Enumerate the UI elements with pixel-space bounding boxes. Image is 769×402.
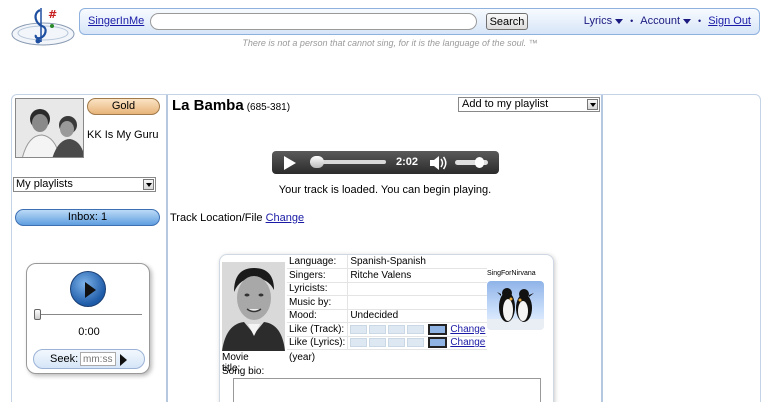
seek-go-icon[interactable] (120, 354, 127, 366)
membership-badge: Gold (87, 98, 160, 115)
change-like-track-link[interactable]: Change (450, 324, 485, 335)
mini-player-time: 0:00 (78, 326, 100, 338)
nav-menu: Lyrics • Account • Sign Out (584, 15, 751, 27)
brand-name: SingForNirvana (487, 270, 536, 277)
search-button[interactable]: Search (486, 13, 528, 30)
chevron-down-icon (143, 179, 154, 190)
inbox-button[interactable]: Inbox: 1 (15, 209, 160, 226)
song-id: (685-381) (246, 102, 291, 113)
nav-separator: • (630, 16, 634, 26)
sign-out-link[interactable]: Sign Out (708, 15, 751, 27)
add-to-playlist-dropdown[interactable]: Add to my playlist (458, 97, 600, 112)
chevron-down-icon (587, 99, 598, 110)
table-row: Singers: Ritche Valens (287, 268, 488, 283)
volume-handle[interactable] (475, 157, 485, 168)
tagline: There is not a person that cannot sing, … (242, 38, 538, 48)
info-value: Ritche Valens (347, 268, 488, 283)
like-track-rating: Change (347, 322, 488, 337)
play-icon[interactable] (284, 156, 296, 170)
playlists-dropdown[interactable]: My playlists (13, 177, 156, 192)
progress-handle[interactable] (310, 156, 325, 168)
seek-input[interactable] (80, 352, 116, 366)
info-value (347, 295, 488, 310)
rating-box-selected[interactable] (428, 337, 448, 349)
info-label: Language: (287, 255, 349, 269)
rating-box[interactable] (369, 338, 387, 348)
account-menu[interactable]: Account (640, 15, 692, 27)
song-title: La Bamba (172, 97, 244, 114)
search-input[interactable] (150, 13, 477, 30)
audio-player: 2:02 (272, 151, 499, 174)
info-label: Music by: (287, 295, 349, 310)
like-track-label: Like (Track): (287, 322, 349, 337)
info-label: Lyricists: (287, 282, 349, 296)
username: KK Is My Guru (87, 129, 159, 141)
svg-text:#: # (48, 8, 57, 21)
rating-box[interactable] (350, 338, 368, 348)
top-navigation-bar: SingerInMe Search Lyrics • Account • Sig… (79, 8, 760, 35)
chevron-down-icon (683, 18, 692, 24)
info-value (347, 282, 488, 296)
info-label: Mood: (287, 309, 349, 323)
page-title: La Bamba (685-381) (172, 97, 290, 114)
table-row: Like (Track): Change (287, 322, 488, 337)
column-divider (166, 95, 168, 402)
seek-label: Seek: (50, 353, 79, 365)
nav-separator: • (698, 16, 702, 26)
avatar[interactable] (15, 98, 84, 158)
status-message: Your track is loaded. You can begin play… (278, 184, 492, 196)
track-location-label: Track Location/File (170, 212, 263, 224)
rating-box[interactable] (407, 338, 425, 348)
info-value: Undecided (347, 309, 488, 323)
site-home-link[interactable]: SingerInMe (88, 15, 144, 27)
song-bio-box[interactable] (233, 378, 541, 402)
rating-box[interactable] (388, 338, 406, 348)
chevron-down-icon (615, 18, 624, 24)
mini-player: 0:00 Seek: (26, 263, 150, 374)
table-row: Music by: (287, 295, 488, 310)
singer-photo (222, 262, 285, 351)
playlists-dropdown-value: My playlists (16, 178, 73, 190)
track-location: Track Location/File Change (170, 212, 304, 224)
play-icon[interactable] (70, 271, 106, 307)
seek-bar: Seek: (33, 349, 145, 369)
like-lyrics-label: Like (Lyrics): (287, 336, 349, 350)
volume-icon[interactable] (429, 156, 449, 170)
change-track-location-link[interactable]: Change (266, 212, 305, 224)
table-row: Like (Lyrics): Change (287, 336, 488, 350)
rating-box[interactable] (369, 324, 387, 334)
site-logo[interactable]: # (10, 4, 76, 48)
table-row: Mood: Undecided (287, 309, 488, 323)
like-lyrics-rating: Change (347, 336, 488, 350)
change-like-lyrics-link[interactable]: Change (450, 337, 485, 348)
rating-box[interactable] (388, 324, 406, 334)
song-bio-label: Song bio: (222, 366, 265, 377)
table-row: Lyricists: (287, 282, 488, 296)
add-to-playlist-value: Add to my playlist (462, 98, 549, 110)
info-value: Spanish-Spanish (347, 255, 488, 269)
penguin-logo-icon[interactable] (487, 281, 544, 330)
rating-box[interactable] (407, 324, 425, 334)
mini-seek-handle[interactable] (34, 309, 41, 320)
info-label: Singers: (287, 268, 349, 283)
lyrics-menu-label: Lyrics (583, 15, 613, 27)
player-time: 2:02 (396, 156, 419, 168)
song-info-table: Language: Spanish-Spanish Singers: Ritche … (287, 255, 488, 350)
table-row: Language: Spanish-Spanish (287, 255, 488, 269)
lyrics-menu[interactable]: Lyrics (583, 15, 624, 27)
rating-box-selected[interactable] (428, 323, 448, 335)
movie-title-value: (year) (289, 352, 316, 363)
column-divider (601, 95, 603, 402)
mini-seek-track[interactable] (36, 314, 142, 315)
account-menu-label: Account (640, 15, 681, 27)
rating-box[interactable] (350, 324, 368, 334)
